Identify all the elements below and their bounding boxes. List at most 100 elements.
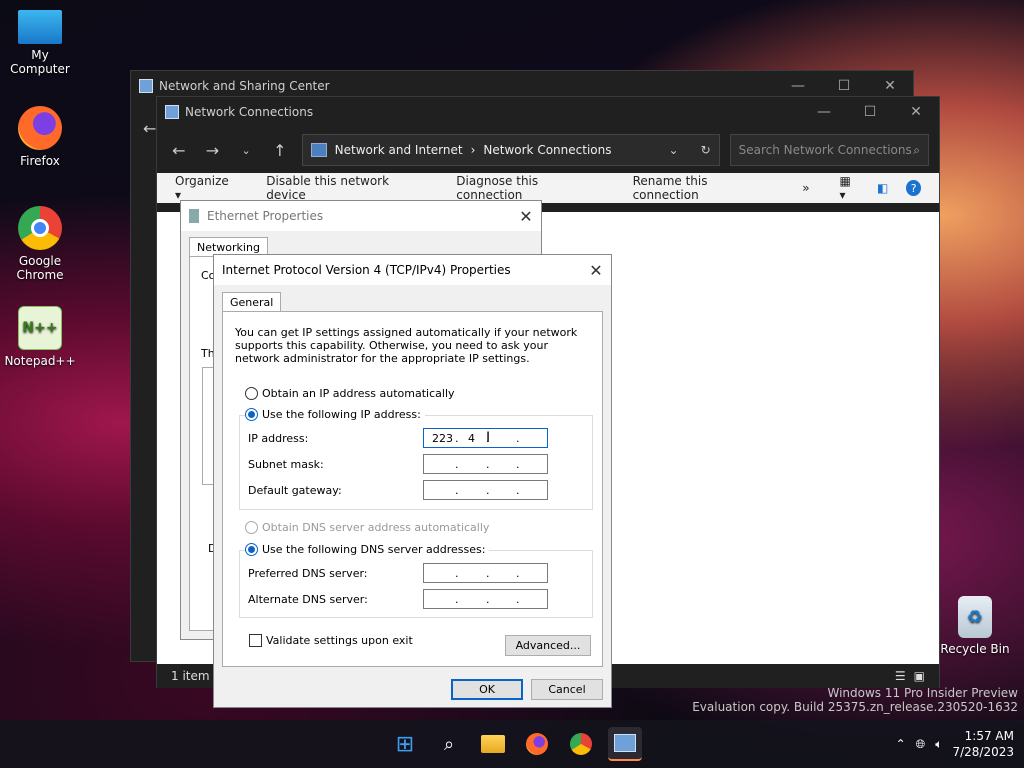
desktop-icon-label: My Computer bbox=[10, 48, 70, 76]
control-panel-icon bbox=[310, 143, 327, 157]
watermark-line1: Windows 11 Pro Insider Preview bbox=[827, 686, 1018, 700]
network-globe-icon[interactable]: 🌐︎ bbox=[916, 737, 926, 752]
search-input[interactable]: Search Network Connections ⌕ bbox=[729, 134, 929, 166]
forward-arrow-icon[interactable]: → bbox=[201, 141, 225, 160]
checkbox[interactable] bbox=[249, 634, 262, 647]
ipv4-properties-title: Internet Protocol Version 4 (TCP/IPv4) P… bbox=[222, 263, 511, 277]
ok-button[interactable]: OK bbox=[451, 679, 523, 700]
breadcrumb-network-connections[interactable]: Network Connections bbox=[483, 143, 611, 157]
ethernet-icon bbox=[189, 209, 199, 223]
desktop-icon-chrome[interactable]: Google Chrome bbox=[0, 206, 80, 282]
close-button[interactable]: ✕ bbox=[893, 97, 939, 127]
diagnose-button[interactable]: Diagnose this connection bbox=[456, 174, 602, 202]
network-connections-title: Network Connections bbox=[185, 105, 314, 119]
up-arrow-icon[interactable]: ↑ bbox=[268, 141, 292, 160]
obtain-dns-automatically-label: Obtain DNS server address automatically bbox=[262, 521, 490, 534]
radio-button[interactable] bbox=[245, 408, 258, 421]
use-following-ip-radio[interactable]: Use the following IP address: bbox=[245, 408, 425, 421]
taskbar: ⊞ ⌕ ⌃ 🌐︎ 🔈︎ 1:57 AM 7/28/2023 bbox=[0, 720, 1024, 768]
chrome-icon[interactable] bbox=[564, 727, 598, 761]
file-explorer-icon[interactable] bbox=[476, 727, 510, 761]
use-following-dns-radio[interactable]: Use the following DNS server addresses: bbox=[245, 543, 490, 556]
desktop-icon-label: Notepad++ bbox=[4, 354, 76, 368]
obtain-dns-automatically-radio[interactable]: Obtain DNS server address automatically bbox=[245, 521, 489, 534]
watermark-line2: Evaluation copy. Build 25375.zn_release.… bbox=[692, 700, 1018, 714]
chrome-icon bbox=[18, 206, 62, 250]
network-icon bbox=[139, 79, 153, 93]
ethernet-properties-titlebar[interactable]: Ethernet Properties ✕ bbox=[181, 201, 541, 231]
desktop-icon-notepadpp[interactable]: N++ Notepad++ bbox=[0, 306, 80, 368]
breadcrumb-separator-icon: › bbox=[470, 143, 476, 157]
cancel-button[interactable]: Cancel bbox=[531, 679, 603, 700]
default-gateway-field[interactable]: ... bbox=[423, 480, 548, 500]
show-hidden-icons-chevron-icon[interactable]: ⌃ bbox=[896, 737, 906, 751]
network-connections-titlebar[interactable]: Network Connections — ☐ ✕ bbox=[157, 97, 939, 127]
address-dropdown-icon[interactable]: ⌄ bbox=[669, 143, 679, 157]
item-count: 1 item bbox=[171, 669, 210, 683]
validate-settings-checkbox[interactable]: Validate settings upon exit bbox=[249, 634, 413, 647]
radio-button[interactable] bbox=[245, 543, 258, 556]
view-options-icon[interactable]: ▦ ▾ bbox=[840, 174, 859, 202]
ip-address-field[interactable]: 223. 4. . I bbox=[423, 428, 548, 448]
help-icon[interactable]: ? bbox=[906, 180, 921, 196]
search-placeholder: Search Network Connections bbox=[738, 143, 912, 157]
desktop-icon-recycle-bin[interactable]: ♻ Recycle Bin bbox=[935, 596, 1015, 656]
monitor-icon bbox=[18, 10, 62, 44]
radio-button[interactable] bbox=[245, 387, 258, 400]
ethernet-properties-title: Ethernet Properties bbox=[207, 209, 324, 223]
navigation-toolbar: ← → ⌄ ↑ Network and Internet › Network C… bbox=[157, 127, 939, 173]
obtain-ip-automatically-label: Obtain an IP address automatically bbox=[262, 387, 455, 400]
desktop-icon-label: Recycle Bin bbox=[940, 642, 1010, 656]
subnet-mask-label: Subnet mask: bbox=[248, 458, 324, 471]
radio-button[interactable] bbox=[245, 521, 258, 534]
windows-watermark: Windows 11 Pro Insider Preview Evaluatio… bbox=[692, 686, 1018, 714]
obtain-ip-automatically-radio[interactable]: Obtain an IP address automatically bbox=[245, 387, 455, 400]
advanced-button[interactable]: Advanced... bbox=[505, 635, 591, 656]
start-menu-icon[interactable]: ⊞ bbox=[388, 727, 422, 761]
clock[interactable]: 1:57 AM 7/28/2023 bbox=[952, 728, 1014, 760]
tiles-view-icon[interactable]: ▣ bbox=[914, 669, 925, 683]
tab-general[interactable]: General bbox=[222, 292, 282, 312]
recent-locations-chevron-icon[interactable]: ⌄ bbox=[234, 144, 258, 157]
system-tray: ⌃ 🌐︎ 🔈︎ 1:57 AM 7/28/2023 bbox=[896, 720, 1014, 768]
more-commands-button[interactable]: » bbox=[802, 181, 809, 195]
use-following-ip-label: Use the following IP address: bbox=[262, 408, 421, 421]
clock-date: 7/28/2023 bbox=[952, 745, 1014, 759]
network-connections-taskbar-icon[interactable] bbox=[608, 727, 642, 761]
maximize-button[interactable]: ☐ bbox=[847, 97, 893, 127]
breadcrumb-network-and-internet[interactable]: Network and Internet bbox=[335, 143, 463, 157]
ip-address-label: IP address: bbox=[248, 432, 309, 445]
back-arrow-icon[interactable]: ← bbox=[167, 141, 191, 160]
text-cursor-icon: I bbox=[486, 430, 491, 446]
organize-menu[interactable]: Organize ▾ bbox=[175, 174, 236, 202]
preview-pane-icon[interactable]: ◧ bbox=[877, 181, 888, 195]
alternate-dns-label: Alternate DNS server: bbox=[248, 593, 368, 606]
desktop-icon-label: Firefox bbox=[20, 154, 60, 168]
alternate-dns-field[interactable]: ... bbox=[423, 589, 548, 609]
general-panel: You can get IP settings assigned automat… bbox=[222, 311, 603, 667]
volume-icon[interactable]: 🔈︎ bbox=[935, 737, 942, 752]
back-arrow-icon[interactable]: ← bbox=[143, 119, 156, 138]
desktop-icon-firefox[interactable]: Firefox bbox=[0, 106, 80, 168]
preferred-dns-field[interactable]: ... bbox=[423, 563, 548, 583]
search-icon[interactable]: ⌕ bbox=[432, 727, 466, 761]
ip-octet-2[interactable]: 4 bbox=[468, 432, 475, 445]
default-gateway-label: Default gateway: bbox=[248, 484, 342, 497]
ip-octet-1[interactable]: 223 bbox=[432, 432, 453, 445]
recycle-bin-icon: ♻ bbox=[958, 596, 992, 638]
minimize-button[interactable]: — bbox=[801, 97, 847, 127]
ipv4-properties-titlebar[interactable]: Internet Protocol Version 4 (TCP/IPv4) P… bbox=[214, 255, 611, 285]
ipv4-properties-dialog[interactable]: Internet Protocol Version 4 (TCP/IPv4) P… bbox=[213, 254, 612, 708]
disable-device-button[interactable]: Disable this network device bbox=[266, 174, 426, 202]
rename-button[interactable]: Rename this connection bbox=[633, 174, 773, 202]
subnet-mask-field[interactable]: ... bbox=[423, 454, 548, 474]
firefox-icon[interactable] bbox=[520, 727, 554, 761]
refresh-icon[interactable]: ↻ bbox=[701, 143, 711, 157]
firefox-icon bbox=[18, 106, 62, 150]
address-bar[interactable]: Network and Internet › Network Connectio… bbox=[301, 134, 720, 166]
close-icon[interactable]: ✕ bbox=[511, 207, 541, 226]
desktop-icon-my-computer[interactable]: My Computer bbox=[0, 10, 80, 76]
close-icon[interactable]: ✕ bbox=[581, 261, 611, 280]
sharing-center-title: Network and Sharing Center bbox=[159, 79, 330, 93]
details-view-icon[interactable]: ☰ bbox=[895, 669, 906, 683]
